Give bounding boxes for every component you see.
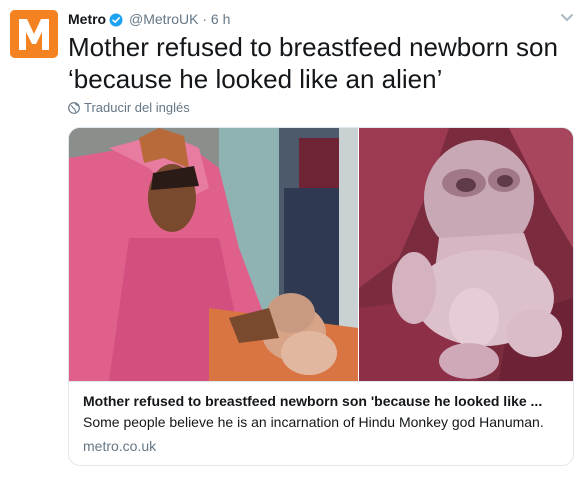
- separator-dot: ·: [202, 11, 208, 27]
- author-name[interactable]: Metro: [68, 11, 106, 27]
- globe-icon: [68, 102, 80, 114]
- tweet-header: Metro @MetroUK · 6 h: [68, 10, 562, 30]
- card-title[interactable]: Mother refused to breastfeed newborn son…: [83, 392, 563, 410]
- translate-link[interactable]: Traducir del inglés: [68, 100, 190, 116]
- translate-label: Traducir del inglés: [84, 100, 190, 115]
- mother-photo: [69, 128, 358, 381]
- tweet-text: Mother refused to breastfeed newborn son…: [68, 32, 558, 94]
- verified-badge-icon: [109, 13, 123, 31]
- card-body[interactable]: Mother refused to breastfeed newborn son…: [69, 381, 573, 465]
- card-domain: metro.co.uk: [83, 438, 157, 454]
- tweet-time[interactable]: 6 h: [211, 11, 230, 27]
- card-description: Some people believe he is an incarnation…: [83, 414, 544, 430]
- metro-logo: [10, 10, 58, 58]
- chevron-down-icon[interactable]: [560, 10, 574, 28]
- newborn-photo: [359, 128, 573, 381]
- link-card[interactable]: Mother refused to breastfeed newborn son…: [68, 127, 574, 466]
- card-image[interactable]: [69, 128, 573, 381]
- author-handle[interactable]: @MetroUK: [129, 11, 198, 27]
- avatar[interactable]: [10, 10, 58, 58]
